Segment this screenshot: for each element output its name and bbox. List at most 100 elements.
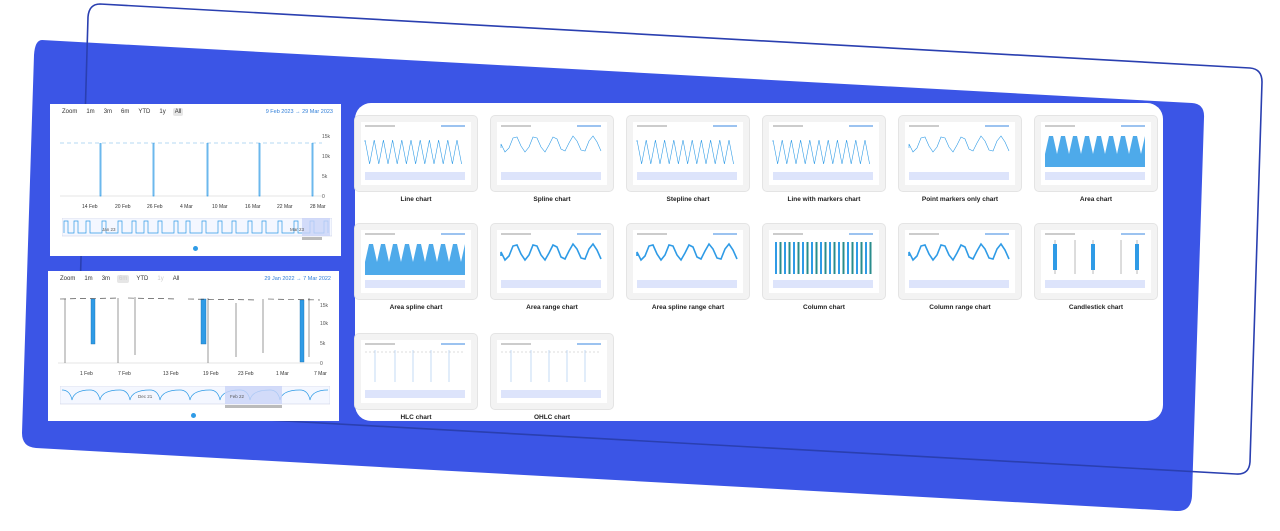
date-to-input[interactable]: 29 Mar 2023 xyxy=(302,109,333,115)
thumbnail-drawing xyxy=(1045,125,1145,180)
thumbnail-drawing xyxy=(500,125,602,180)
spline-chart-thumbnail[interactable] xyxy=(491,116,613,191)
chart-card-label: Candlestick chart xyxy=(1068,304,1124,311)
chart-card-label: Point markers only chart xyxy=(921,196,999,203)
x-tick-label: 28 Mar xyxy=(310,204,326,210)
hlc-chart-thumbnail[interactable] xyxy=(355,334,477,409)
area-chart-thumbnail[interactable] xyxy=(1035,116,1157,191)
y-tick-label: 0 xyxy=(320,361,323,367)
thumbnail-drawing xyxy=(773,233,873,288)
chart-card[interactable]: Line with markers chart xyxy=(763,116,885,203)
chart-card-label: Area spline range chart xyxy=(651,304,725,311)
navigator-handle-zone xyxy=(302,218,330,236)
thumbnail-canvas xyxy=(497,340,607,403)
thumbnail-drawing xyxy=(908,125,1010,180)
date-from-input[interactable]: 29 Jan 2022 xyxy=(264,276,294,282)
x-tick-label: 23 Feb xyxy=(238,371,254,377)
x-tick-label: 16 Mar xyxy=(245,204,261,210)
top-plot-area: 15k 10k 5k 0 14 Feb 20 Feb 26 Feb 4 Mar 10 Mar 1… xyxy=(60,134,331,210)
area-spline-chart-thumbnail[interactable] xyxy=(355,224,477,299)
stepline-chart-thumbnail[interactable] xyxy=(627,116,749,191)
area-spline-range-chart-thumbnail[interactable] xyxy=(627,224,749,299)
x-tick-label: 1 Feb xyxy=(80,371,93,377)
x-tick-label: 20 Feb xyxy=(115,204,131,210)
thumbnail-drawing xyxy=(636,125,737,180)
x-tick-label: 22 Mar xyxy=(277,204,293,210)
y-tick-label: 10k xyxy=(322,154,331,160)
nav-label-left: Jan 23 xyxy=(102,227,116,232)
date-to-input[interactable]: 7 Mar 2022 xyxy=(303,276,331,282)
thumbnail-drawing xyxy=(1045,233,1145,288)
chart-card[interactable]: OHLC chart xyxy=(491,334,613,421)
candle-top-line xyxy=(59,297,321,301)
x-tick-label: 13 Feb xyxy=(163,371,179,377)
thumbnail-canvas xyxy=(1041,122,1151,185)
date-range-inputs-bottom: 29 Jan 2022 → 7 Mar 2022 xyxy=(264,276,331,282)
chart-card[interactable]: Spline chart xyxy=(491,116,613,203)
chart-card[interactable]: Area spline chart xyxy=(355,224,477,311)
chart-card-label: HLC chart xyxy=(400,414,432,421)
chart-card[interactable]: Line chart xyxy=(355,116,477,203)
thumbnail-canvas xyxy=(905,122,1015,185)
column-chart-thumbnail[interactable] xyxy=(763,224,885,299)
navigator-bottom[interactable]: Dec 21 Feb 22 xyxy=(60,386,330,408)
nav-label-right: Feb 22 xyxy=(230,394,245,399)
line-chart-thumbnail[interactable] xyxy=(355,116,477,191)
range-button-1y[interactable]: 1y xyxy=(155,275,165,283)
x-tick-label: 14 Feb xyxy=(82,204,98,210)
chart-card[interactable]: Candlestick chart xyxy=(1035,224,1157,311)
range-button-3m[interactable]: 3m xyxy=(102,108,114,116)
chart-card-label: Column range chart xyxy=(929,304,991,311)
thumbnail-drawing xyxy=(364,125,465,180)
candlestick-chart-thumbnail[interactable] xyxy=(1035,224,1157,299)
chart-card[interactable]: Area spline range chart xyxy=(627,224,749,311)
y-tick-label: 5k xyxy=(322,174,328,180)
thumbnail-canvas xyxy=(769,230,879,293)
range-button-1m[interactable]: 1m xyxy=(82,275,94,283)
range-selector-bottom: Zoom 1m 3m 6m YTD 1y All xyxy=(58,275,181,283)
range-button-all[interactable]: All xyxy=(171,275,182,283)
area-range-chart-thumbnail[interactable] xyxy=(491,224,613,299)
chart-card[interactable]: Area chart xyxy=(1035,116,1157,203)
point-markers-chart-thumbnail[interactable] xyxy=(899,116,1021,191)
range-button-ytd[interactable]: YTD xyxy=(136,108,152,116)
navigator-scrollbar xyxy=(225,405,282,408)
column-range-chart-thumbnail[interactable] xyxy=(899,224,1021,299)
thumbnail-canvas xyxy=(361,122,471,185)
range-button-1y[interactable]: 1y xyxy=(157,108,167,116)
candle-body xyxy=(200,298,207,345)
stock-chart-bottom: Zoom 1m 3m 6m YTD 1y All 29 Jan 2022 → 7… xyxy=(48,271,339,421)
chart-type-gallery: Line chart Spline chart Stepline chart Line… xyxy=(355,103,1163,421)
chart-card-label: Stepline chart xyxy=(666,196,710,203)
chart-card[interactable]: Area range chart xyxy=(491,224,613,311)
chart-card[interactable]: Point markers only chart xyxy=(899,116,1021,203)
pagination-dot-bottom[interactable] xyxy=(191,413,196,418)
line-spike xyxy=(206,143,209,197)
chart-card[interactable]: Column range chart xyxy=(899,224,1021,311)
range-button-6m[interactable]: 6m xyxy=(119,108,131,116)
range-button-3m[interactable]: 3m xyxy=(100,275,112,283)
line-markers-chart-thumbnail[interactable] xyxy=(763,116,885,191)
chart-card[interactable]: Column chart xyxy=(763,224,885,311)
arrow-right-icon: → xyxy=(295,109,301,115)
thumbnail-canvas xyxy=(361,340,471,403)
chart-card-label: Area spline chart xyxy=(389,304,443,311)
thumbnail-canvas xyxy=(497,122,607,185)
range-button-ytd[interactable]: YTD xyxy=(134,275,150,283)
thumbnail-canvas xyxy=(633,230,743,293)
chart-card[interactable]: HLC chart xyxy=(355,334,477,421)
date-from-input[interactable]: 9 Feb 2023 xyxy=(266,109,294,115)
chart-card-label: OHLC chart xyxy=(533,414,571,421)
navigator-top[interactable]: Jan 23 Mar 23 xyxy=(62,218,332,240)
pagination-dot-top[interactable] xyxy=(193,246,198,251)
range-button-6m[interactable]: 6m xyxy=(117,275,130,283)
zoom-label: Zoom xyxy=(62,109,78,115)
thumbnail-drawing xyxy=(500,233,602,288)
chart-card[interactable]: Stepline chart xyxy=(627,116,749,203)
range-button-all[interactable]: All xyxy=(172,108,184,116)
thumbnail-canvas xyxy=(905,230,1015,293)
ohlc-chart-thumbnail[interactable] xyxy=(491,334,613,409)
thumbnail-drawing xyxy=(636,233,738,288)
bottom-plot-area: 15k 10k 5k 0 1 Feb 7 Feb 13 Feb 19 Feb 23 Feb 1 … xyxy=(58,297,329,377)
range-button-1m[interactable]: 1m xyxy=(84,108,96,116)
